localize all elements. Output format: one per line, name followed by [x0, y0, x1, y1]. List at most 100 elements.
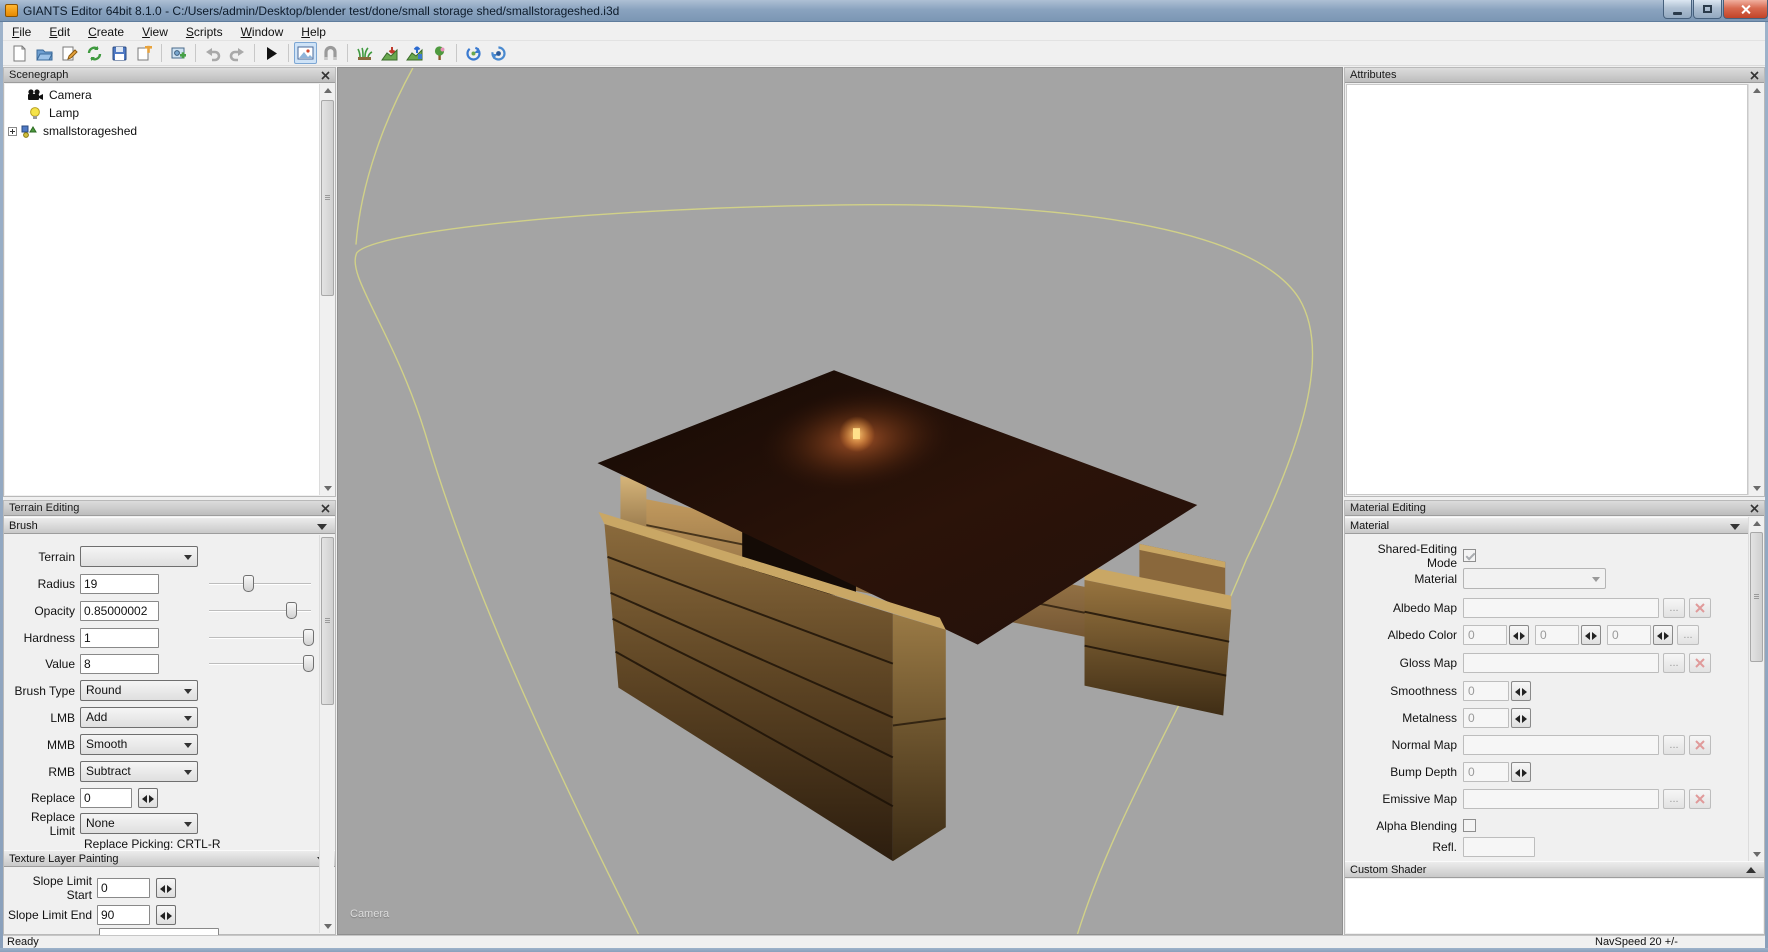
scroll-up-icon[interactable] [1750, 84, 1763, 97]
window-titlebar[interactable]: GIANTS Editor 64bit 8.1.0 - C:/Users/adm… [0, 0, 1768, 22]
radius-slider-thumb[interactable] [243, 575, 254, 592]
scenegraph-scrollbar[interactable] [319, 84, 334, 495]
hardness-input[interactable]: 1 [80, 628, 159, 648]
terrain-raise-icon[interactable] [403, 42, 426, 64]
menu-view[interactable]: View [133, 24, 177, 40]
replace-limit-dropdown[interactable]: None [80, 813, 198, 834]
open-file-icon[interactable] [33, 42, 56, 64]
mmb-dropdown[interactable]: Smooth [80, 734, 198, 755]
radius-input[interactable]: 19 [80, 574, 159, 594]
redo-icon[interactable] [226, 42, 249, 64]
slope-limit-start-spinner[interactable] [156, 878, 176, 898]
save-icon[interactable] [108, 42, 131, 64]
viewport-3d[interactable]: Camera [337, 67, 1343, 935]
menu-file[interactable]: File [3, 24, 40, 40]
material-panel-scrollbar[interactable] [1748, 517, 1763, 861]
framed-picture-icon[interactable] [294, 42, 317, 64]
brush-section-header[interactable]: Brush [4, 517, 335, 534]
brush-type-dropdown[interactable]: Round [80, 680, 198, 701]
replace-input[interactable]: 0 [80, 788, 132, 808]
gloss-map-input[interactable] [1463, 653, 1659, 673]
terrain-dropdown[interactable] [80, 546, 198, 567]
scenegraph-item-camera[interactable]: Camera [27, 87, 92, 103]
refl-input[interactable] [1463, 837, 1535, 857]
radius-slider[interactable] [209, 573, 311, 594]
scenegraph-close-icon[interactable] [320, 70, 331, 81]
scenegraph-item-smallstorageshed[interactable]: smallstorageshed [8, 123, 137, 139]
scenegraph-item-lamp[interactable]: Lamp [27, 105, 79, 121]
scroll-up-icon[interactable] [1750, 517, 1763, 530]
screenshot-icon[interactable] [167, 42, 190, 64]
albedo-map-browse-button[interactable]: ... [1663, 598, 1685, 618]
emissive-map-clear-button[interactable] [1689, 789, 1711, 809]
reload-icon[interactable] [83, 42, 106, 64]
bump-depth-spinner[interactable] [1511, 762, 1531, 782]
add-file-icon[interactable] [133, 42, 156, 64]
albedo-map-clear-button[interactable] [1689, 598, 1711, 618]
material-section-header[interactable]: Material [1345, 517, 1748, 534]
gloss-map-clear-button[interactable] [1689, 653, 1711, 673]
terrain-editing-panel-header[interactable]: Terrain Editing [4, 501, 335, 516]
opacity-slider-thumb[interactable] [286, 602, 297, 619]
albedo-color-g-input[interactable]: 0 [1535, 625, 1579, 645]
menu-help[interactable]: Help [292, 24, 335, 40]
metalness-spinner[interactable] [1511, 708, 1531, 728]
menu-scripts[interactable]: Scripts [177, 24, 232, 40]
scroll-down-icon[interactable] [1750, 482, 1763, 495]
menu-create[interactable]: Create [79, 24, 133, 40]
value-slider[interactable] [209, 653, 311, 674]
material-editing-close-icon[interactable] [1749, 503, 1760, 514]
undo-icon[interactable] [201, 42, 224, 64]
material-dropdown[interactable] [1463, 568, 1606, 589]
maximize-button[interactable] [1693, 0, 1722, 19]
new-file-icon[interactable] [8, 42, 31, 64]
normal-map-clear-button[interactable] [1689, 735, 1711, 755]
albedo-color-b-input[interactable]: 0 [1607, 625, 1651, 645]
slope-limit-start-input[interactable]: 0 [97, 878, 150, 898]
material-editing-panel-header[interactable]: Material Editing [1345, 501, 1764, 516]
menu-window[interactable]: Window [232, 24, 293, 40]
scroll-thumb[interactable] [1750, 532, 1763, 662]
attributes-panel-header[interactable]: Attributes [1345, 68, 1764, 83]
play-icon[interactable] [260, 42, 283, 64]
slope-limit-end-spinner[interactable] [156, 905, 176, 925]
attributes-close-icon[interactable] [1749, 70, 1760, 81]
scroll-thumb[interactable] [321, 537, 334, 705]
emissive-map-input[interactable] [1463, 789, 1659, 809]
albedo-color-g-spinner[interactable] [1581, 625, 1601, 645]
bump-depth-input[interactable]: 0 [1463, 762, 1509, 782]
albedo-color-picker-button[interactable]: ... [1677, 625, 1699, 645]
opacity-slider[interactable] [209, 600, 311, 621]
albedo-color-r-input[interactable]: 0 [1463, 625, 1507, 645]
value-slider-thumb[interactable] [303, 655, 314, 672]
gloss-map-browse-button[interactable]: ... [1663, 653, 1685, 673]
scroll-down-icon[interactable] [321, 482, 334, 495]
attributes-scrollbar[interactable] [1748, 84, 1763, 495]
hardness-slider-thumb[interactable] [303, 629, 314, 646]
expand-plus-icon[interactable] [8, 127, 17, 136]
rmb-dropdown[interactable]: Subtract [80, 761, 198, 782]
value-input[interactable]: 8 [80, 654, 159, 674]
texture-layer-painting-header[interactable]: Texture Layer Painting [4, 850, 335, 867]
reload-scripts-icon[interactable] [462, 42, 485, 64]
albedo-color-r-spinner[interactable] [1509, 625, 1529, 645]
minimize-button[interactable] [1663, 0, 1692, 19]
lmb-dropdown[interactable]: Add [80, 707, 198, 728]
smoothness-input[interactable]: 0 [1463, 681, 1509, 701]
hardness-slider[interactable] [209, 627, 311, 648]
metalness-input[interactable]: 0 [1463, 708, 1509, 728]
scroll-down-icon[interactable] [1750, 848, 1763, 861]
smoothness-spinner[interactable] [1511, 681, 1531, 701]
emissive-map-browse-button[interactable]: ... [1663, 789, 1685, 809]
terrain-lower-icon[interactable] [378, 42, 401, 64]
reload-shaders-icon[interactable] [487, 42, 510, 64]
terrain-grass-icon[interactable] [353, 42, 376, 64]
slope-limit-end-input[interactable]: 90 [97, 905, 150, 925]
edit-file-icon[interactable] [58, 42, 81, 64]
normal-map-input[interactable] [1463, 735, 1659, 755]
custom-shader-header[interactable]: Custom Shader [1345, 861, 1764, 878]
foliage-tree-icon[interactable] [428, 42, 451, 64]
menu-edit[interactable]: Edit [40, 24, 79, 40]
close-button[interactable] [1723, 0, 1768, 19]
alpha-blending-checkbox[interactable] [1463, 819, 1476, 832]
